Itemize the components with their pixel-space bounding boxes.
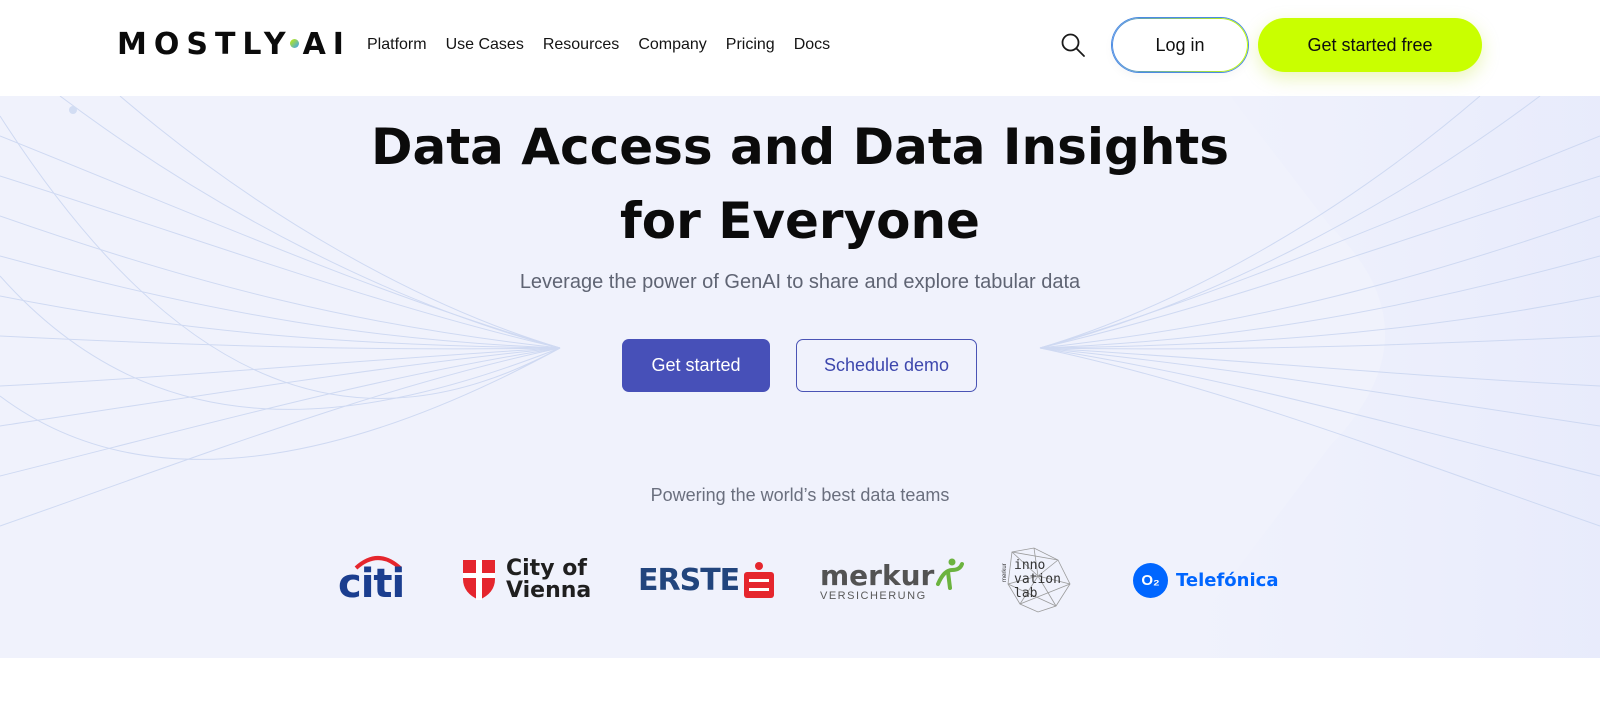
login-button[interactable]: Log in [1112, 18, 1248, 72]
nav-item-platform[interactable]: Platform [367, 36, 427, 54]
nav-item-resources[interactable]: Resources [543, 36, 619, 54]
logo-dot-icon [289, 38, 299, 48]
telefonica-logo: O₂ Telefónica [1133, 544, 1278, 616]
hero-title-line-2: for Everyone [620, 192, 980, 250]
main-nav: Platform Use Cases Resources Company Pri… [367, 36, 849, 54]
vienna-shield-icon [463, 560, 495, 600]
telefonica-logo-text: Telefónica [1176, 569, 1279, 591]
hero-section: Data Access and Data Insights for Everyo… [0, 96, 1600, 658]
innolab-prefix: merkur [1002, 563, 1008, 582]
o2-icon: O₂ [1133, 562, 1168, 598]
hero-title-line-1: Data Access and Data Insights [370, 118, 1230, 176]
get-started-free-button[interactable]: Get started free [1258, 18, 1482, 72]
search-icon[interactable] [1060, 32, 1086, 58]
innolab-line-1: inno [1014, 558, 1046, 573]
hero-title: Data Access and Data Insights for Everyo… [0, 110, 1600, 258]
erste-s-icon [744, 562, 775, 598]
get-started-button[interactable]: Get started [622, 339, 770, 392]
erste-logo-text: ERSTE [638, 562, 740, 598]
customers-heading: Powering the world’s best data teams [650, 485, 950, 505]
nav-item-use-cases[interactable]: Use Cases [446, 36, 524, 54]
nav-item-company[interactable]: Company [638, 36, 706, 54]
hero-subtitle: Leverage the power of GenAI to share and… [519, 271, 1081, 293]
vienna-line-2: Vienna [506, 578, 592, 603]
customer-logos: citi City of Vienna ERSTE merkur VERSICH… [0, 544, 1600, 616]
citi-logo: citi [338, 544, 405, 616]
nav-item-pricing[interactable]: Pricing [726, 36, 775, 54]
schedule-demo-button[interactable]: Schedule demo [796, 339, 977, 392]
site-header: MOSTLY AI Platform Use Cases Resources C… [0, 0, 1600, 96]
nav-item-docs[interactable]: Docs [794, 36, 830, 54]
merkur-versicherung-logo: merkur VERSICHERUNG [820, 544, 965, 616]
citi-logo-text: citi [338, 561, 405, 607]
logo-text-right: AI [302, 26, 351, 62]
innolab-line-2: vation [1014, 572, 1061, 587]
innolab-line-3: lab [1014, 586, 1038, 601]
city-of-vienna-logo: City of Vienna [462, 544, 591, 616]
erste-logo: ERSTE [638, 544, 775, 616]
merkur-logo-text: merkur [820, 559, 935, 592]
merkur-logo-subtext: VERSICHERUNG [820, 590, 927, 602]
merkur-figure-icon [936, 558, 965, 590]
logo-text-left: MOSTLY [117, 26, 293, 62]
vienna-line-1: City of [506, 556, 587, 581]
merkur-innovation-lab-logo: inno vation lab merkur [1002, 544, 1071, 616]
mostly-ai-logo[interactable]: MOSTLY AI [117, 26, 351, 62]
